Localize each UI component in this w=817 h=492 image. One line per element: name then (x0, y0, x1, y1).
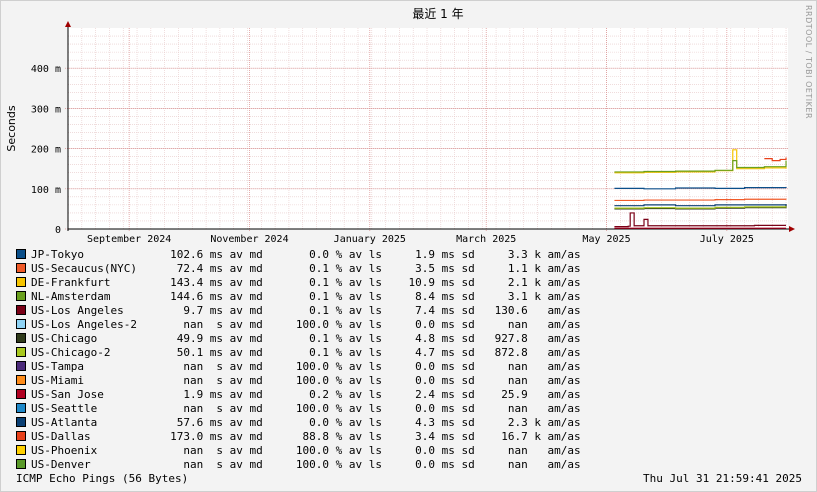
legend-swatch (16, 263, 26, 273)
legend-swatch (16, 389, 26, 399)
legend-row: US-Chicago-2 50.1 ms av md 0.1 % av ls 4… (16, 346, 581, 360)
legend-row: NL-Amsterdam 144.6 ms av md 0.1 % av ls … (16, 290, 581, 304)
footer-description: ICMP Echo Pings (56 Bytes) (16, 472, 189, 485)
legend-row: DE-Frankfurt 143.4 ms av md 0.1 % av ls … (16, 276, 581, 290)
latency-chart: September 2024 November 2024 January 2025 M… (5, 7, 795, 245)
legend-text: US-Miami nan s av md 100.0 % av ls 0.0 m… (31, 374, 581, 387)
x-tick-label: January 2025 (334, 234, 406, 245)
legend-text: JP-Tokyo 102.6 ms av md 0.0 % av ls 1.9 … (31, 248, 581, 261)
legend-row: US-San Jose 1.9 ms av md 0.2 % av ls 2.4… (16, 388, 581, 402)
legend-text: US-San Jose 1.9 ms av md 0.2 % av ls 2.4… (31, 388, 581, 401)
legend-swatch (16, 333, 26, 343)
legend-swatch (16, 459, 26, 469)
x-tick-label: May 2025 (582, 234, 630, 245)
x-tick-label: November 2024 (210, 234, 288, 245)
legend-row: US-Los Angeles-2 nan s av md 100.0 % av … (16, 318, 581, 332)
legend-text: US-Phoenix nan s av md 100.0 % av ls 0.0… (31, 444, 581, 457)
y-tick-label: 100 m (31, 185, 61, 196)
legend-swatch (16, 431, 26, 441)
graph-frame: September 2024 November 2024 January 2025 M… (0, 0, 817, 492)
legend-row: US-Los Angeles 9.7 ms av md 0.1 % av ls … (16, 304, 581, 318)
legend-row: US-Secaucus(NYC) 72.4 ms av md 0.1 % av … (16, 262, 581, 276)
y-axis-label: Seconds (5, 105, 18, 151)
chart-title: 最近 1 年 (412, 7, 463, 21)
y-tick-label: 200 m (31, 145, 61, 156)
legend-swatch (16, 375, 26, 385)
legend-row: US-Miami nan s av md 100.0 % av ls 0.0 m… (16, 374, 581, 388)
legend: JP-Tokyo 102.6 ms av md 0.0 % av ls 1.9 … (16, 248, 581, 472)
legend-text: US-Dallas 173.0 ms av md 88.8 % av ls 3.… (31, 430, 581, 443)
legend-text: US-Tampa nan s av md 100.0 % av ls 0.0 m… (31, 360, 581, 373)
legend-text: US-Seattle nan s av md 100.0 % av ls 0.0… (31, 402, 581, 415)
legend-text: US-Chicago-2 50.1 ms av md 0.1 % av ls 4… (31, 346, 581, 359)
legend-text: US-Denver nan s av md 100.0 % av ls 0.0 … (31, 458, 581, 471)
x-tick-label: September 2024 (87, 234, 171, 245)
legend-text: NL-Amsterdam 144.6 ms av md 0.1 % av ls … (31, 290, 581, 303)
y-tick-label: 0 (55, 225, 61, 236)
legend-swatch (16, 305, 26, 315)
x-tick-label: July 2025 (700, 234, 754, 245)
legend-row: US-Atlanta 57.6 ms av md 0.0 % av ls 4.3… (16, 416, 581, 430)
legend-swatch (16, 249, 26, 259)
rrdtool-tag: RRDTOOL / TOBI OETIKER (804, 5, 813, 120)
y-tick-label: 400 m (31, 64, 61, 75)
legend-row: US-Phoenix nan s av md 100.0 % av ls 0.0… (16, 444, 581, 458)
legend-row: US-Dallas 173.0 ms av md 88.8 % av ls 3.… (16, 430, 581, 444)
legend-swatch (16, 319, 26, 329)
legend-swatch (16, 361, 26, 371)
legend-text: US-Atlanta 57.6 ms av md 0.0 % av ls 4.3… (31, 416, 581, 429)
plot-area (68, 28, 788, 229)
legend-row: US-Seattle nan s av md 100.0 % av ls 0.0… (16, 402, 581, 416)
y-axis-arrow (65, 21, 71, 27)
legend-swatch (16, 291, 26, 301)
legend-text: US-Los Angeles 9.7 ms av md 0.1 % av ls … (31, 304, 581, 317)
legend-text: US-Chicago 49.9 ms av md 0.1 % av ls 4.8… (31, 332, 581, 345)
legend-swatch (16, 417, 26, 427)
legend-text: DE-Frankfurt 143.4 ms av md 0.1 % av ls … (31, 276, 581, 289)
legend-row: US-Tampa nan s av md 100.0 % av ls 0.0 m… (16, 360, 581, 374)
legend-swatch (16, 445, 26, 455)
legend-swatch (16, 347, 26, 357)
x-axis-arrow (789, 226, 795, 232)
legend-swatch (16, 277, 26, 287)
x-tick-label: March 2025 (456, 234, 516, 245)
legend-row: US-Denver nan s av md 100.0 % av ls 0.0 … (16, 458, 581, 472)
legend-row: US-Chicago 49.9 ms av md 0.1 % av ls 4.8… (16, 332, 581, 346)
legend-row: JP-Tokyo 102.6 ms av md 0.0 % av ls 1.9 … (16, 248, 581, 262)
footer-timestamp: Thu Jul 31 21:59:41 2025 (643, 472, 802, 485)
legend-text: US-Secaucus(NYC) 72.4 ms av md 0.1 % av … (31, 262, 581, 275)
legend-swatch (16, 403, 26, 413)
legend-text: US-Los Angeles-2 nan s av md 100.0 % av … (31, 318, 581, 331)
y-tick-label: 300 m (31, 104, 61, 115)
